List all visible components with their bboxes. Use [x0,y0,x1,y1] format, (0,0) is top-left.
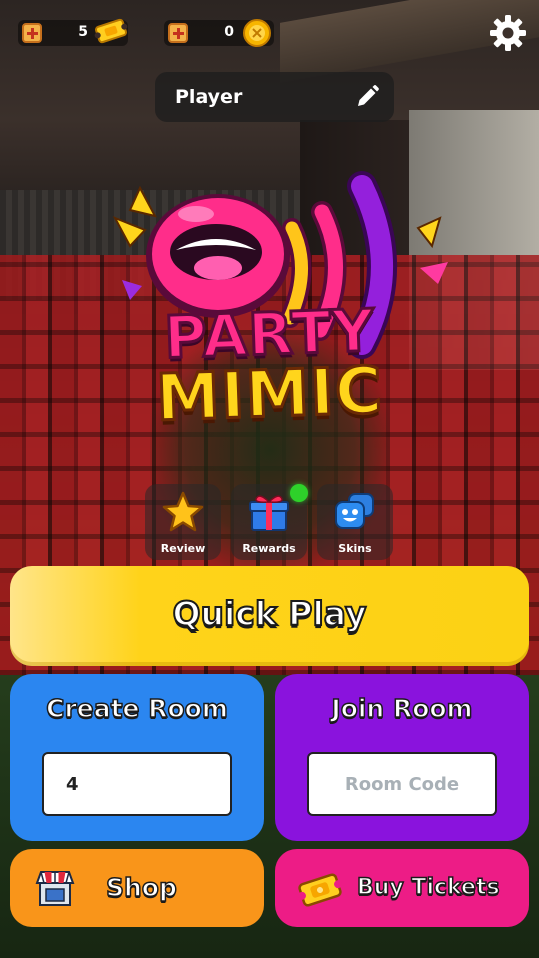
coin-icon [243,19,271,47]
buy-tickets-label: Buy Tickets [356,874,500,901]
ticket-count: 5 [78,24,88,40]
shop-icon [35,871,75,906]
player-count-input[interactable] [42,752,232,816]
star-icon [162,491,204,532]
pencil-icon[interactable] [354,84,380,110]
ticket-icon [94,18,128,44]
player-name: Player [175,86,243,108]
skins-face-icon [335,493,374,529]
ticket-icon [297,873,343,907]
coin-balance: 0 [164,19,274,47]
ticket-balance: 5 [18,18,128,46]
room-code-input[interactable] [307,752,497,816]
add-tickets-button[interactable] [22,23,42,43]
quick-play-button[interactable]: Quick Play [10,566,529,666]
player-name-field[interactable]: Player [155,72,394,122]
notification-dot [290,484,308,502]
join-room-title: Join Room [331,693,474,724]
join-room-panel[interactable]: Join Room [275,674,529,841]
gift-icon [249,495,289,531]
gear-icon[interactable] [487,12,529,54]
review-button[interactable]: Review [145,484,221,560]
shop-label: Shop [105,872,177,903]
shop-button[interactable]: Shop [10,849,264,927]
create-room-title: Create Room [45,693,228,724]
skins-button[interactable]: Skins [317,484,393,560]
coin-count: 0 [224,24,234,40]
rewards-label: Rewards [242,542,296,555]
buy-tickets-button[interactable]: Buy Tickets [275,849,529,927]
quick-play-label: Quick Play [171,593,367,634]
add-coins-button[interactable] [168,23,188,43]
review-label: Review [160,542,206,555]
skins-label: Skins [338,542,372,555]
create-room-panel[interactable]: Create Room [10,674,264,841]
